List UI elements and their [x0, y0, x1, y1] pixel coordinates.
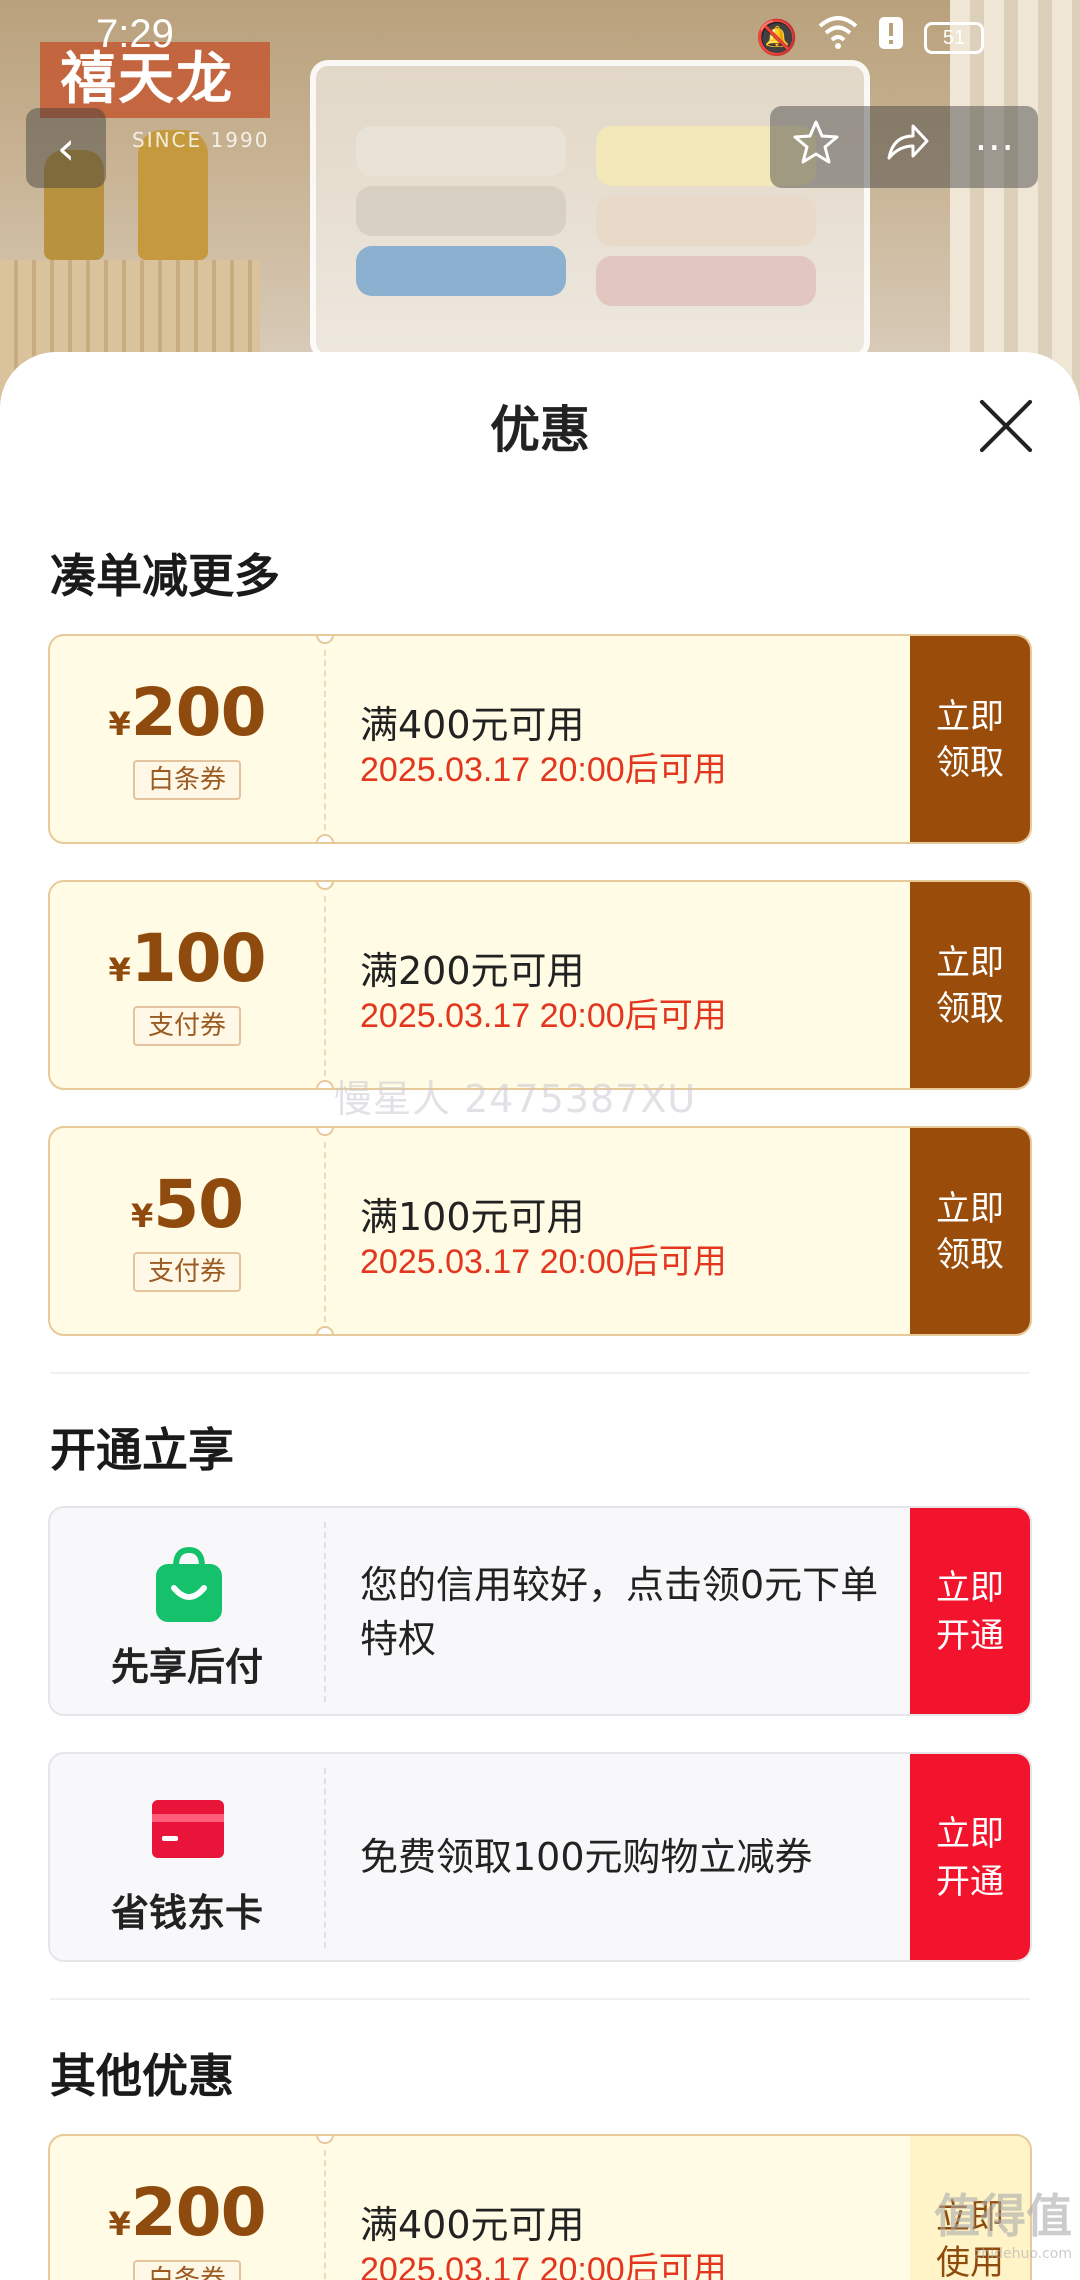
coupon-amount: ¥200 [108, 674, 266, 751]
service-card-savings-card: 省钱东卡 免费领取100元购物立减券 立即 开通 [48, 1752, 1032, 1962]
status-time: 7:29 [96, 12, 174, 56]
activate-button[interactable]: 立即 开通 [910, 1508, 1030, 1714]
towel-shape [356, 186, 566, 236]
more-icon[interactable]: ⋯ [974, 124, 1016, 170]
service-brand-area: 先享后付 [50, 1508, 324, 1714]
claim-coupon-button[interactable]: 立即 领取 [910, 636, 1030, 842]
towel-shape [596, 256, 816, 306]
coupon-card: ¥200 白条券 满400元可用 2025.03.17 20:00后可用 立即使… [48, 2134, 1032, 2280]
coupon-type-badge: 白条券 [133, 2260, 241, 2280]
service-name: 省钱东卡 [110, 1891, 263, 1935]
alert-icon [878, 16, 904, 59]
coupon-valid-date: 2025.03.17 20:00后可用 [360, 751, 727, 789]
notification-muted-icon: 🔕 [755, 17, 798, 58]
service-card-pay-later: 先享后付 您的信用较好，点击领0元下单特权 立即 开通 [48, 1506, 1032, 1716]
coupon-amount: ¥100 [108, 920, 266, 997]
section-divider [50, 1998, 1030, 2000]
favorite-star-icon[interactable] [792, 118, 840, 176]
coupon-condition: 满400元可用 [360, 703, 585, 747]
claim-coupon-button[interactable]: 立即 领取 [910, 1128, 1030, 1334]
coupon-amount: ¥50 [130, 1166, 244, 1243]
coupon-card: ¥100 支付券 满200元可用 2025.03.17 20:00后可用 立即领… [48, 880, 1032, 1090]
coupon-condition: 满100元可用 [360, 1195, 585, 1239]
sheet-title: 优惠 [490, 401, 590, 459]
section-divider [50, 1372, 1030, 1374]
coupon-type-badge: 白条券 [133, 760, 241, 800]
claim-coupon-button[interactable]: 立即 领取 [910, 882, 1030, 1088]
coupon-type-badge: 支付券 [133, 1006, 241, 1046]
coupon-card: ¥50 支付券 满100元可用 2025.03.17 20:00后可用 立即 领取 [48, 1126, 1032, 1336]
back-button[interactable]: ‹ [26, 108, 106, 188]
battery-icon: 51 [924, 21, 984, 54]
coupon-card: ¥200 白条券 满400元可用 2025.03.17 20:00后可用 立即领… [48, 634, 1032, 844]
section-title-other: 其他优惠 [50, 2049, 234, 2103]
towel-shape [356, 246, 566, 296]
coupon-condition: 满400元可用 [360, 2203, 585, 2247]
offers-sheet: 优惠 凑单减更多 ¥200 白条券 满400元可用 2025.03.17 20:… [0, 352, 1080, 2280]
towel-shape [596, 196, 816, 246]
coupon-valid-date: 2025.03.17 20:00后可用 [360, 2251, 727, 2280]
status-icons: 🔕 51 [756, 16, 984, 59]
activate-button[interactable]: 立即 开通 [910, 1754, 1030, 1960]
share-icon[interactable] [883, 118, 931, 176]
coupon-condition: 满200元可用 [360, 949, 585, 993]
status-bar: 7:29 🔕 51 [0, 0, 1080, 72]
service-description: 您的信用较好，点击领0元下单特权 [360, 1563, 879, 1661]
coupon-amount: ¥200 [108, 2174, 266, 2251]
close-icon[interactable] [976, 396, 1036, 456]
storage-box-image [310, 60, 870, 360]
service-brand-area: 省钱东卡 [50, 1754, 324, 1960]
coupon-value-area: ¥200 白条券 [50, 2136, 324, 2280]
coupon-type-badge: 支付券 [133, 1252, 241, 1292]
towel-shape [356, 126, 566, 176]
service-description: 免费领取100元购物立减券 [360, 1835, 813, 1879]
service-name: 先享后付 [110, 1645, 263, 1689]
section-title-activate: 开通立享 [50, 1423, 234, 1477]
coupon-value-area: ¥200 白条券 [50, 636, 324, 842]
brand-since: SINCE 1990 [132, 128, 270, 152]
top-action-group: ⋯ [770, 106, 1038, 188]
coupon-valid-date: 2025.03.17 20:00后可用 [360, 997, 727, 1035]
shopping-bag-icon [156, 1546, 222, 1622]
coupon-value-area: ¥50 支付券 [50, 1128, 324, 1334]
section-title-bundle: 凑单减更多 [50, 549, 280, 603]
wifi-icon [818, 16, 858, 59]
chevron-left-icon: ‹ [56, 121, 76, 175]
coupon-value-area: ¥100 支付券 [50, 882, 324, 1088]
corner-watermark: 值得值 zhidehuo.com [934, 2189, 1072, 2262]
watermark-text: 慢星人 2475387XU [334, 1077, 697, 1121]
coupon-valid-date: 2025.03.17 20:00后可用 [360, 1243, 727, 1281]
card-icon [152, 1800, 224, 1858]
